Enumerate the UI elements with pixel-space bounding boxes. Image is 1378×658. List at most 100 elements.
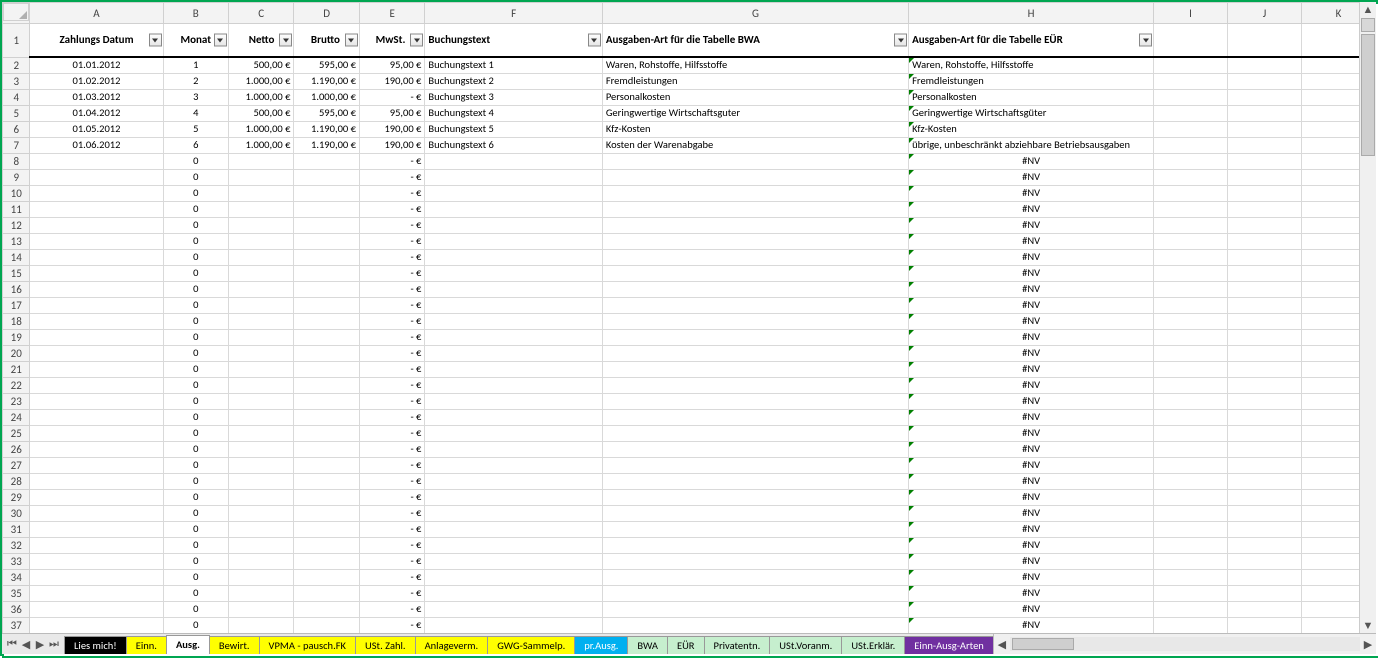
cell-G20[interactable] <box>602 345 908 361</box>
cell-D12[interactable] <box>294 217 359 233</box>
cell-J6[interactable] <box>1228 121 1302 137</box>
cell-D20[interactable] <box>294 345 359 361</box>
cell-H37[interactable]: #NV <box>909 617 1154 633</box>
cell-I22[interactable] <box>1154 377 1228 393</box>
cell-D2[interactable]: 595,00 € <box>294 57 359 73</box>
cell-H3[interactable]: Fremdleistungen <box>909 73 1154 89</box>
cell-B18[interactable]: 0 <box>163 313 228 329</box>
column-header-H[interactable]: H <box>909 3 1154 24</box>
cell-A31[interactable] <box>30 521 163 537</box>
cell-E31[interactable]: - € <box>359 521 424 537</box>
cell-E5[interactable]: 95,00 € <box>359 105 424 121</box>
cell-C17[interactable] <box>228 297 293 313</box>
cell-C28[interactable] <box>228 473 293 489</box>
cell-B8[interactable]: 0 <box>163 153 228 169</box>
cell-I23[interactable] <box>1154 393 1228 409</box>
cell-I16[interactable] <box>1154 281 1228 297</box>
cell-E25[interactable]: - € <box>359 425 424 441</box>
cell-I32[interactable] <box>1154 537 1228 553</box>
cell-B31[interactable]: 0 <box>163 521 228 537</box>
cell-H6[interactable]: Kfz-Kosten <box>909 121 1154 137</box>
scroll-left-arrow[interactable]: ◀ <box>994 638 1010 651</box>
cell-G9[interactable] <box>602 169 908 185</box>
cell-C21[interactable] <box>228 361 293 377</box>
cell-J3[interactable] <box>1228 73 1302 89</box>
cell-J37[interactable] <box>1228 617 1302 633</box>
row-header[interactable]: 26 <box>3 441 30 457</box>
cell-E30[interactable]: - € <box>359 505 424 521</box>
cell-G3[interactable]: Fremdleistungen <box>602 73 908 89</box>
cell-F23[interactable] <box>425 393 602 409</box>
cell-J5[interactable] <box>1228 105 1302 121</box>
cell-E9[interactable]: - € <box>359 169 424 185</box>
cell-F8[interactable] <box>425 153 602 169</box>
row-header[interactable]: 36 <box>3 601 30 617</box>
cell-A2[interactable]: 01.01.2012 <box>30 57 163 73</box>
cell-J22[interactable] <box>1228 377 1302 393</box>
cell-B21[interactable]: 0 <box>163 361 228 377</box>
sheet-tab[interactable]: Anlageverm. <box>415 636 489 654</box>
cell-I3[interactable] <box>1154 73 1228 89</box>
cell-J17[interactable] <box>1228 297 1302 313</box>
cell-J35[interactable] <box>1228 585 1302 601</box>
cell-C19[interactable] <box>228 329 293 345</box>
tab-nav-last-icon[interactable]: ⏭ <box>48 637 60 651</box>
row-header[interactable]: 2 <box>3 57 30 73</box>
cell-D25[interactable] <box>294 425 359 441</box>
cell-I19[interactable] <box>1154 329 1228 345</box>
cell-J9[interactable] <box>1228 169 1302 185</box>
cell-C6[interactable]: 1.000,00 € <box>228 121 293 137</box>
row-header[interactable]: 17 <box>3 297 30 313</box>
cell-F18[interactable] <box>425 313 602 329</box>
cell-C4[interactable]: 1.000,00 € <box>228 89 293 105</box>
tab-nav-first-icon[interactable]: ⏮ <box>6 637 18 651</box>
cell-I26[interactable] <box>1154 441 1228 457</box>
cell-H5[interactable]: Geringwertige Wirtschaftsgüter <box>909 105 1154 121</box>
cell-J34[interactable] <box>1228 569 1302 585</box>
cell-C27[interactable] <box>228 457 293 473</box>
cell-J30[interactable] <box>1228 505 1302 521</box>
cell-C36[interactable] <box>228 601 293 617</box>
cell-G28[interactable] <box>602 473 908 489</box>
field-header-I[interactable] <box>1154 24 1228 58</box>
cell-J16[interactable] <box>1228 281 1302 297</box>
cell-I10[interactable] <box>1154 185 1228 201</box>
cell-A20[interactable] <box>30 345 163 361</box>
row-header[interactable]: 22 <box>3 377 30 393</box>
cell-D32[interactable] <box>294 537 359 553</box>
column-header-I[interactable]: I <box>1154 3 1228 24</box>
row-header[interactable]: 18 <box>3 313 30 329</box>
cell-G24[interactable] <box>602 409 908 425</box>
cell-J19[interactable] <box>1228 329 1302 345</box>
cell-H34[interactable]: #NV <box>909 569 1154 585</box>
filter-dropdown-icon[interactable] <box>279 34 292 47</box>
cell-A17[interactable] <box>30 297 163 313</box>
cell-E36[interactable]: - € <box>359 601 424 617</box>
row-header[interactable]: 24 <box>3 409 30 425</box>
cell-F21[interactable] <box>425 361 602 377</box>
cell-F12[interactable] <box>425 217 602 233</box>
cell-B30[interactable]: 0 <box>163 505 228 521</box>
cell-A22[interactable] <box>30 377 163 393</box>
column-header-B[interactable]: B <box>163 3 228 24</box>
scroll-right-arrow[interactable]: ▶ <box>1360 638 1376 651</box>
cell-H10[interactable]: #NV <box>909 185 1154 201</box>
cell-D28[interactable] <box>294 473 359 489</box>
row-header[interactable]: 6 <box>3 121 30 137</box>
cell-F9[interactable] <box>425 169 602 185</box>
cell-J14[interactable] <box>1228 249 1302 265</box>
select-all-corner[interactable] <box>3 3 30 24</box>
cell-J24[interactable] <box>1228 409 1302 425</box>
cell-D17[interactable] <box>294 297 359 313</box>
cell-G8[interactable] <box>602 153 908 169</box>
row-header[interactable]: 11 <box>3 201 30 217</box>
cell-D3[interactable]: 1.190,00 € <box>294 73 359 89</box>
cell-G14[interactable] <box>602 249 908 265</box>
cell-F30[interactable] <box>425 505 602 521</box>
cell-B19[interactable]: 0 <box>163 329 228 345</box>
field-header-J[interactable] <box>1228 24 1302 58</box>
cell-C15[interactable] <box>228 265 293 281</box>
cell-A37[interactable] <box>30 617 163 633</box>
row-header[interactable]: 30 <box>3 505 30 521</box>
cell-B37[interactable]: 0 <box>163 617 228 633</box>
